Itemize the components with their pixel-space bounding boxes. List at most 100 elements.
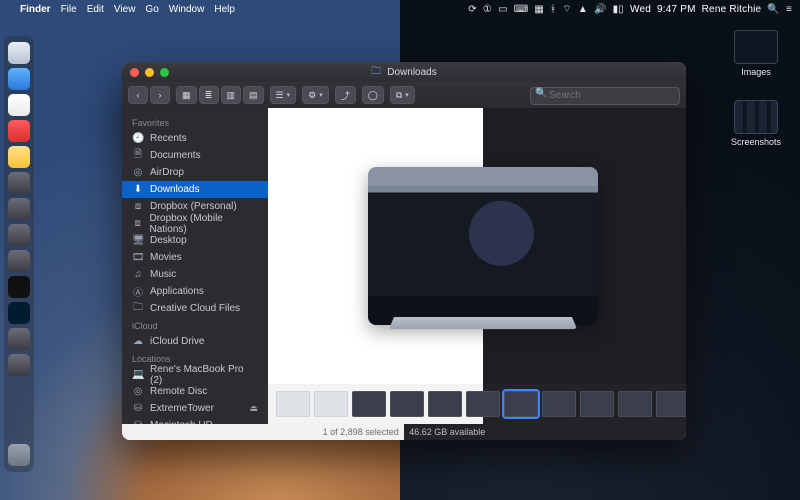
sidebar-item-label: Creative Cloud Files (150, 303, 240, 314)
finder-window: 🗀 Downloads ‹ › ▦ ≣ ▥ ▤ ☰ ⚙ ⤴ ◯ ⧉ 🔍 Favo… (122, 62, 686, 440)
dock-app-photos[interactable] (8, 94, 30, 116)
sidebar-item-extremetower[interactable]: ⛁ExtremeTower⏏ (122, 400, 268, 417)
dock-app-safari[interactable] (8, 42, 30, 64)
dock-app-messages[interactable] (8, 172, 30, 194)
thumb[interactable] (618, 391, 652, 417)
nav-back-button[interactable]: ‹ (128, 86, 148, 104)
group-by-button[interactable]: ☰ (270, 86, 297, 104)
window-minimize-button[interactable] (145, 68, 154, 77)
status-bluetooth-icon[interactable]: ᚼ (550, 4, 556, 15)
sidebar-item-icloud-drive[interactable]: ☁iCloud Drive (122, 333, 268, 350)
dock-app-mail[interactable] (8, 68, 30, 90)
thumb[interactable] (580, 391, 614, 417)
apps-icon: Ⓐ (132, 284, 144, 299)
sidebar-item-rene-s-macbook-pro-2-[interactable]: 💻 Rene's MacBook Pro (2) (122, 366, 268, 383)
thumb[interactable] (276, 391, 310, 417)
notification-center-icon[interactable]: ≡ (786, 4, 792, 15)
toolbar: ‹ › ▦ ≣ ▥ ▤ ☰ ⚙ ⤴ ◯ ⧉ 🔍 (122, 82, 686, 108)
dock-app-reminders[interactable] (8, 224, 30, 246)
dock-app-photoshop[interactable] (8, 302, 30, 324)
thumb[interactable] (466, 391, 500, 417)
dock-app-music[interactable] (8, 120, 30, 142)
sidebar-item-airdrop[interactable]: ◎AirDrop (122, 164, 268, 181)
status-airplay-icon[interactable]: ▲ (578, 4, 588, 15)
desktop-folder-images[interactable]: Images (726, 30, 786, 77)
sidebar-item-dropbox-mobile-nations-[interactable]: ⧈Dropbox (Mobile Nations) (122, 215, 268, 232)
folder-icon (734, 30, 778, 64)
menu-window[interactable]: Window (169, 4, 205, 15)
menu-view[interactable]: View (114, 4, 136, 15)
sidebar-item-documents[interactable]: 🗎Documents (122, 147, 268, 164)
thumb[interactable] (656, 391, 686, 417)
desktop-icon-label: Images (726, 67, 786, 77)
menu-file[interactable]: File (61, 4, 77, 15)
search-input[interactable] (530, 87, 680, 105)
dropbox-button[interactable]: ⧉ (390, 86, 415, 104)
desktop-folder-screenshots[interactable]: Screenshots (726, 100, 786, 147)
eject-icon[interactable]: ⏏ (249, 403, 258, 414)
filmstrip[interactable] (268, 384, 686, 424)
sidebar-item-desktop[interactable]: 🖥Desktop (122, 232, 268, 249)
view-list-button[interactable]: ≣ (199, 86, 219, 104)
window-zoom-button[interactable] (160, 68, 169, 77)
status-user[interactable]: Rene Ritchie (702, 4, 762, 15)
sidebar-item-movies[interactable]: 🎞Movies (122, 249, 268, 266)
folder-icon: 🗀 (371, 64, 381, 81)
window-close-button[interactable] (130, 68, 139, 77)
menu-edit[interactable]: Edit (87, 4, 104, 15)
gallery-hero-image[interactable] (368, 167, 598, 325)
sidebar-item-label: Downloads (150, 184, 199, 195)
sidebar-item-label: Dropbox (Mobile Nations) (149, 213, 258, 235)
dock-app-terminal[interactable] (8, 276, 30, 298)
status-dropdown-icon[interactable]: ① (483, 4, 492, 15)
sidebar-item-remote-disc[interactable]: ◎Remote Disc (122, 383, 268, 400)
view-gallery-button[interactable]: ▤ (243, 86, 264, 104)
titlebar[interactable]: 🗀 Downloads (122, 62, 686, 82)
status-keyboard-icon[interactable]: ⌨ (514, 4, 529, 15)
sidebar-item-macintosh-hd[interactable]: ⛁Macintosh HD (122, 417, 268, 424)
status-volume-icon[interactable]: 🔊 (594, 4, 607, 15)
menu-help[interactable]: Help (214, 4, 235, 15)
dock-app-generic1[interactable] (8, 328, 30, 350)
status-battery-icon[interactable]: ▮▯ (613, 4, 624, 15)
sidebar-item-music[interactable]: ♫Music (122, 266, 268, 283)
status-grid-icon[interactable]: ▦ (534, 4, 544, 15)
sidebar-item-applications[interactable]: ⒶApplications (122, 283, 268, 300)
sidebar-item-label: Rene's MacBook Pro (2) (150, 364, 258, 386)
thumb[interactable] (428, 391, 462, 417)
status-time[interactable]: 9:47 PM (657, 4, 696, 15)
dock-app-generic2[interactable] (8, 354, 30, 376)
thumb[interactable] (314, 391, 348, 417)
cloud-icon: ☁ (132, 336, 144, 347)
tags-button[interactable]: ◯ (362, 86, 384, 104)
gallery-hero (268, 108, 686, 384)
status-day[interactable]: Wed (630, 4, 651, 15)
status-display-icon[interactable]: ▭ (498, 4, 508, 15)
view-columns-button[interactable]: ▥ (221, 86, 242, 104)
gallery-area: macos-mojave-app-store-hero.jpg JPEG ima… (268, 108, 686, 424)
action-button[interactable]: ⚙ (302, 86, 329, 104)
sidebar-item-downloads[interactable]: ⬇Downloads (122, 181, 268, 198)
thumb[interactable] (352, 391, 386, 417)
nav-forward-button[interactable]: › (150, 86, 170, 104)
thumb[interactable] (542, 391, 576, 417)
status-wifi-icon[interactable]: ⌔ (562, 3, 572, 16)
sidebar-item-creative-cloud-files[interactable]: 🗀Creative Cloud Files (122, 300, 268, 317)
dock-app-notes[interactable] (8, 146, 30, 168)
sidebar-item-label: AirDrop (150, 167, 184, 178)
sidebar-item-recents[interactable]: 🕘Recents (122, 130, 268, 147)
desktop-icon: 🖥 (132, 235, 144, 246)
dock-app-calendar[interactable] (8, 198, 30, 220)
thumb[interactable] (390, 391, 424, 417)
laptop-icon: 💻 (132, 369, 144, 380)
dock-app-system[interactable] (8, 250, 30, 272)
share-button[interactable]: ⤴ (335, 86, 356, 104)
view-icons-button[interactable]: ▦ (176, 86, 197, 104)
status-sync-icon[interactable]: ⟳ (468, 4, 477, 15)
dock-trash[interactable] (8, 444, 30, 466)
menubar-app[interactable]: Finder (20, 4, 51, 15)
thumb-selected[interactable] (504, 391, 538, 417)
menu-go[interactable]: Go (145, 4, 158, 15)
spotlight-icon[interactable]: 🔍 (767, 4, 780, 15)
search-icon: 🔍 (535, 88, 547, 99)
